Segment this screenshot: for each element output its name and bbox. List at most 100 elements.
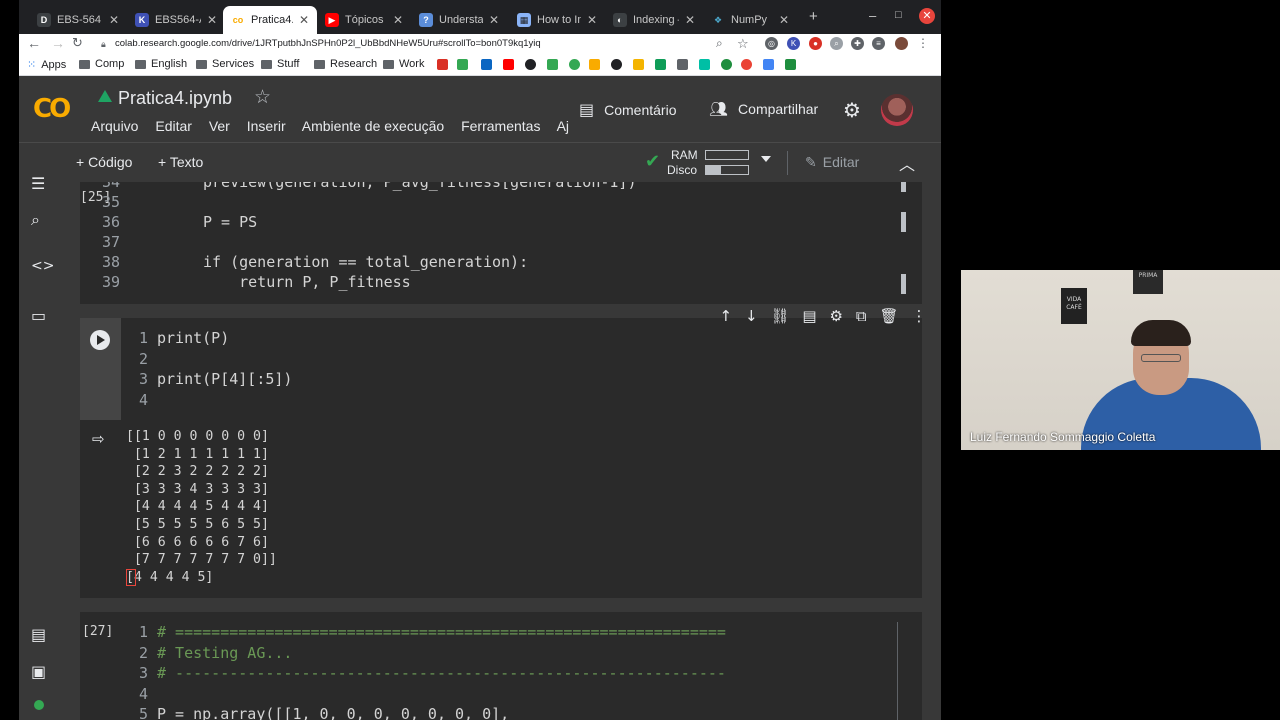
lock-icon[interactable]: 🔒︎ xyxy=(101,39,106,50)
code-snippets-icon[interactable]: <> xyxy=(31,258,54,274)
browser-menu-icon[interactable]: ⋮ xyxy=(917,36,929,50)
ram-label[interactable]: RAM xyxy=(671,148,698,162)
bookmark-site-icon[interactable] xyxy=(569,59,580,70)
share-button[interactable]: 👥︎ Compartilhar xyxy=(709,100,818,118)
tab-close-icon[interactable]: ✕ xyxy=(393,13,403,27)
bookmark-site-icon[interactable] xyxy=(699,59,710,70)
link-icon[interactable]: ⛓ xyxy=(770,307,789,325)
new-tab-button[interactable]: + xyxy=(809,8,818,25)
browser-tab-7[interactable]: ◐ Indexing — ✕ xyxy=(605,6,703,34)
youtube-icon[interactable] xyxy=(503,59,514,70)
table-of-contents-icon[interactable]: ☰ xyxy=(31,174,45,193)
gmail-icon[interactable] xyxy=(437,59,448,70)
menu-editar[interactable]: Editar xyxy=(155,118,192,134)
bookmark-english[interactable]: English xyxy=(135,58,187,70)
extension-icon[interactable]: ≡ xyxy=(872,37,885,50)
extension-icon[interactable]: ● xyxy=(809,37,822,50)
gear-icon[interactable]: ⚙ xyxy=(830,307,843,325)
bookmark-apps[interactable]: ⁙ Apps xyxy=(27,58,66,72)
search-icon[interactable]: ⌕ xyxy=(31,210,40,230)
star-icon[interactable]: ☆ xyxy=(254,86,271,109)
browser-tab-2[interactable]: K EBS564-Au ✕ xyxy=(127,6,225,34)
tab-close-icon[interactable]: ✕ xyxy=(109,13,119,27)
minimize-icon[interactable]: – xyxy=(869,8,876,23)
bookmark-services[interactable]: Services xyxy=(196,58,254,70)
files-folder-icon[interactable]: ▭ xyxy=(31,306,46,325)
bookmark-site-icon[interactable] xyxy=(633,59,644,70)
bookmark-site-icon[interactable] xyxy=(677,59,688,70)
menu-arquivo[interactable]: Arquivo xyxy=(91,118,138,134)
zoom-icon[interactable]: ⌕ xyxy=(716,36,723,51)
extension-icon[interactable]: ◎ xyxy=(765,37,778,50)
google-icon[interactable] xyxy=(741,59,752,70)
menu-ver[interactable]: Ver xyxy=(209,118,230,134)
browser-tab-8[interactable]: ❖ NumPy ✕ xyxy=(703,6,797,34)
url-field[interactable]: colab.research.google.com/drive/1JRTputb… xyxy=(115,38,541,49)
comment-button[interactable]: ▤ Comentário xyxy=(579,100,677,120)
command-palette-icon[interactable]: ▤ xyxy=(31,625,46,644)
drive-icon[interactable] xyxy=(98,90,112,102)
ram-meter[interactable] xyxy=(705,150,749,160)
linkedin-icon[interactable] xyxy=(481,59,492,70)
code-editor[interactable]: 1 print(P) 2 3 print(P[4][:5]) 4 xyxy=(120,328,902,418)
code-cell-25[interactable]: [25] 34 preview(generation, P_avg_fitness… xyxy=(80,182,922,304)
bookmark-site-icon[interactable] xyxy=(655,59,666,70)
browser-tab-3-active[interactable]: co Pratica4.ip ✕ xyxy=(223,6,317,34)
tab-close-icon[interactable]: ✕ xyxy=(779,13,789,27)
bookmark-site-icon[interactable] xyxy=(721,59,732,70)
add-code-button[interactable]: + Código xyxy=(76,154,132,170)
back-icon[interactable]: ← xyxy=(27,35,41,51)
code-cell-27[interactable]: [27] 1 # ================================… xyxy=(80,612,922,720)
translate-icon[interactable] xyxy=(763,59,774,70)
maximize-icon[interactable]: □ xyxy=(895,9,902,21)
menu-ferramentas[interactable]: Ferramentas xyxy=(461,118,540,134)
terminal-icon[interactable]: ▣ xyxy=(31,662,46,681)
chevron-up-icon[interactable]: ︿ xyxy=(899,151,915,175)
menu-ajuda[interactable]: Aj xyxy=(557,118,569,134)
edit-button[interactable]: ✎ Editar xyxy=(805,154,859,171)
tab-close-icon[interactable]: ✕ xyxy=(207,13,217,27)
tab-close-icon[interactable]: ✕ xyxy=(587,13,597,27)
browser-tab-5[interactable]: ? Understan ✕ xyxy=(411,6,507,34)
output-text[interactable]: [[1 0 0 0 0 0 0 0] [1 2 1 1 1 1 1 1] [2 … xyxy=(126,428,277,586)
code-cell-active[interactable]: 1 print(P) 2 3 print(P[4][:5]) 4 xyxy=(80,318,922,420)
code-editor[interactable]: 34 preview(generation, P_avg_fitness[gene… xyxy=(82,182,902,304)
gear-icon[interactable]: ⚙ xyxy=(843,98,861,123)
disk-meter[interactable] xyxy=(705,165,749,175)
browser-tab-4[interactable]: ▶ Tópicos em ✕ xyxy=(317,6,411,34)
extension-icon[interactable]: K xyxy=(787,37,800,50)
mirror-cell-icon[interactable]: ⧉ xyxy=(856,307,867,325)
comment-icon[interactable]: ▤ xyxy=(802,307,816,325)
more-options-icon[interactable]: ⋮ xyxy=(912,307,927,325)
disk-label[interactable]: Disco xyxy=(667,163,697,177)
bookmark-site-icon[interactable] xyxy=(547,59,558,70)
bookmark-work[interactable]: Work xyxy=(383,58,424,70)
notebook-title[interactable]: Pratica4.ipynb xyxy=(118,88,232,109)
bookmark-star-icon[interactable]: ☆ xyxy=(737,36,749,52)
tab-close-icon[interactable]: ✕ xyxy=(685,13,695,27)
reload-icon[interactable]: ↻ xyxy=(72,35,83,51)
puzzle-icon[interactable]: ✚ xyxy=(851,37,864,50)
add-text-button[interactable]: + Texto xyxy=(158,154,203,170)
profile-avatar[interactable] xyxy=(895,37,908,50)
bookmark-site-icon[interactable] xyxy=(589,59,600,70)
bookmark-research[interactable]: Research xyxy=(314,58,377,70)
run-cell-button[interactable] xyxy=(90,330,110,350)
move-up-icon[interactable]: ↑ xyxy=(719,307,732,325)
menu-ambiente[interactable]: Ambiente de execução xyxy=(302,118,444,134)
bookmark-comp[interactable]: Comp xyxy=(79,58,124,70)
forward-icon[interactable]: → xyxy=(51,35,65,51)
browser-tab-1[interactable]: D EBS-564 - l ✕ xyxy=(29,6,127,34)
cell-scrollbar[interactable] xyxy=(901,182,906,192)
cell-scrollbar[interactable] xyxy=(901,212,906,232)
browser-tab-6[interactable]: ▦ How to Ind ✕ xyxy=(509,6,605,34)
bookmark-site-icon[interactable] xyxy=(457,59,468,70)
move-down-icon[interactable]: ↓ xyxy=(745,307,758,325)
chevron-down-icon[interactable] xyxy=(761,156,771,162)
bookmark-site-icon[interactable] xyxy=(525,59,536,70)
tab-close-icon[interactable]: ✕ xyxy=(489,13,499,27)
bookmark-stuff[interactable]: Stuff xyxy=(261,58,299,70)
menu-inserir[interactable]: Inserir xyxy=(247,118,286,134)
close-window-icon[interactable]: ✕ xyxy=(919,8,935,24)
extension-icon[interactable]: ⌕ xyxy=(830,37,843,50)
